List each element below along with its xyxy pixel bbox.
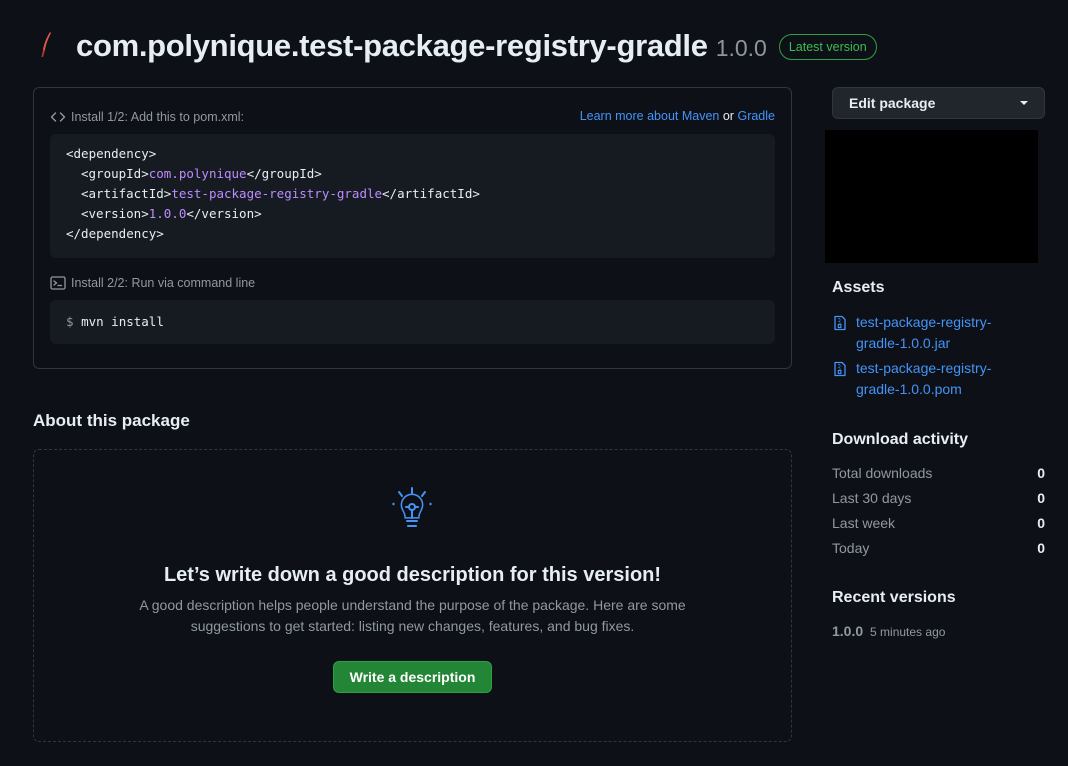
maven-link[interactable]: Learn more about Maven [580,109,720,123]
asset-item: test-package-registry-gradle-1.0.0.pom [832,358,1032,400]
asset-item: test-package-registry-gradle-1.0.0.jar [832,312,1032,354]
caret-down-icon [1020,101,1028,105]
recent-version-item: 1.0.0 5 minutes ago [832,623,945,639]
lightbulb-icon [392,487,432,527]
package-header: com.polynique.test-package-registry-grad… [38,26,877,66]
stat-total-downloads: Total downloads 0 [832,465,1045,481]
file-zip-icon [834,361,846,377]
description-blankslate: Let’s write down a good description for … [33,449,792,742]
command-snippet[interactable]: $ mvn install [50,300,775,344]
stat-last-30-days: Last 30 days 0 [832,490,1045,506]
learn-more: Learn more about Maven or Gradle [579,109,775,123]
gradle-link[interactable]: Gradle [737,109,775,123]
install-panel: Install 1/2: Add this to pom.xml: Learn … [33,87,792,369]
recent-version-time: 5 minutes ago [870,625,946,639]
java-icon [38,31,58,61]
write-description-button[interactable]: Write a description [333,661,492,693]
assets-heading: Assets [832,279,885,296]
package-title: com.polynique.test-package-registry-grad… [76,28,708,63]
install-step1-label: Install 1/2: Add this to pom.xml: [50,109,244,125]
pom-xml-snippet[interactable]: <dependency> <groupId>com.polynique</gro… [50,134,775,258]
terminal-icon [50,276,66,290]
recent-version-link[interactable]: 1.0.0 [832,623,863,639]
blankslate-title: Let’s write down a good description for … [163,564,662,586]
asset-link-pom[interactable]: test-package-registry-gradle-1.0.0.pom [856,358,1032,400]
stat-today: Today 0 [832,540,1045,556]
code-icon [50,112,66,122]
edit-package-button[interactable]: Edit package [832,87,1045,119]
about-heading: About this package [33,411,190,430]
latest-version-badge: Latest version [778,34,877,60]
file-zip-icon [834,315,846,331]
recent-versions-heading: Recent versions [832,589,956,606]
install-step2-label: Install 2/2: Run via command line [50,275,255,291]
preview-image [825,130,1038,263]
package-version: 1.0.0 [715,34,767,61]
download-activity-heading: Download activity [832,431,969,448]
stat-last-week: Last week 0 [832,515,1045,531]
asset-link-jar[interactable]: test-package-registry-gradle-1.0.0.jar [856,312,1032,354]
blankslate-description: A good description helps people understa… [139,597,686,634]
